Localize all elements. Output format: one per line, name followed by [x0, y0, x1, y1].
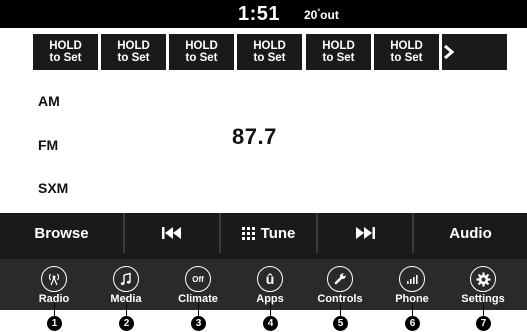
climate-menu-button[interactable]: Off Climate — [166, 266, 230, 305]
outside-temperature: 20°out — [304, 8, 339, 22]
callout-leader-4 — [270, 303, 271, 316]
preset-bar: HOLD to Set HOLD to Set HOLD to Set HOLD to … — [0, 28, 527, 76]
clock: 1:51 — [238, 3, 281, 25]
preset-button-1[interactable]: HOLD to Set — [33, 34, 98, 70]
callout-3: 3 — [191, 316, 206, 331]
uconnect-apps-icon: û — [257, 266, 283, 292]
radio-icon — [41, 266, 67, 292]
apps-menu-button[interactable]: û Apps — [238, 266, 302, 305]
callout-6: 6 — [405, 316, 420, 331]
preset-button-3[interactable]: HOLD to Set — [169, 34, 234, 70]
tune-button[interactable]: Tune — [221, 213, 318, 253]
seek-back-icon — [162, 227, 181, 239]
controls-menu-button[interactable]: Controls — [308, 266, 372, 305]
phone-menu-button[interactable]: Phone — [380, 266, 444, 305]
band-am[interactable]: AM — [38, 93, 60, 109]
callout-leader-1 — [54, 303, 55, 316]
seek-forward-icon — [356, 227, 375, 239]
callout-leader-5 — [340, 303, 341, 316]
gear-icon — [470, 266, 496, 292]
main-menu-bar: Radio Media Off Climate û Apps Controls — [0, 253, 527, 310]
radio-screen: 1:51 20°out HOLD to Set HOLD to Set HOLD to… — [0, 0, 527, 310]
callout-1: 1 — [47, 316, 62, 331]
callout-7: 7 — [476, 316, 491, 331]
callout-leader-7 — [483, 303, 484, 316]
band-fm[interactable]: FM — [38, 137, 58, 153]
callout-5: 5 — [333, 316, 348, 331]
seek-forward-button[interactable] — [318, 213, 414, 253]
preset-button-5[interactable]: HOLD to Set — [306, 34, 371, 70]
music-note-icon — [113, 266, 139, 292]
status-bar: 1:51 20°out — [0, 0, 527, 28]
callout-4: 4 — [263, 316, 278, 331]
callout-leader-6 — [412, 303, 413, 316]
settings-menu-button[interactable]: Settings — [451, 266, 515, 305]
band-sxm[interactable]: SXM — [38, 180, 68, 196]
climate-off-icon: Off — [185, 266, 211, 292]
frequency-display: 87.7 — [232, 124, 277, 149]
presets-next-button[interactable] — [442, 34, 507, 70]
seek-back-button[interactable] — [125, 213, 221, 253]
phone-signal-icon — [399, 266, 425, 292]
callout-leader-3 — [198, 303, 199, 316]
browse-button[interactable]: Browse — [0, 213, 125, 253]
softkey-bar: Browse Tune Audio — [0, 213, 527, 253]
grid-icon — [241, 226, 255, 240]
tuner-area: AM FM SXM 87.7 — [0, 76, 527, 213]
preset-button-2[interactable]: HOLD to Set — [101, 34, 166, 70]
media-menu-button[interactable]: Media — [94, 266, 158, 305]
audio-button[interactable]: Audio — [414, 213, 527, 253]
preset-button-4[interactable]: HOLD to Set — [237, 34, 302, 70]
preset-button-6[interactable]: HOLD to Set — [374, 34, 439, 70]
chevron-right-icon — [444, 44, 455, 60]
callout-leader-2 — [126, 303, 127, 316]
callout-2: 2 — [119, 316, 134, 331]
wrench-icon — [327, 266, 353, 292]
radio-menu-button[interactable]: Radio — [22, 266, 86, 305]
